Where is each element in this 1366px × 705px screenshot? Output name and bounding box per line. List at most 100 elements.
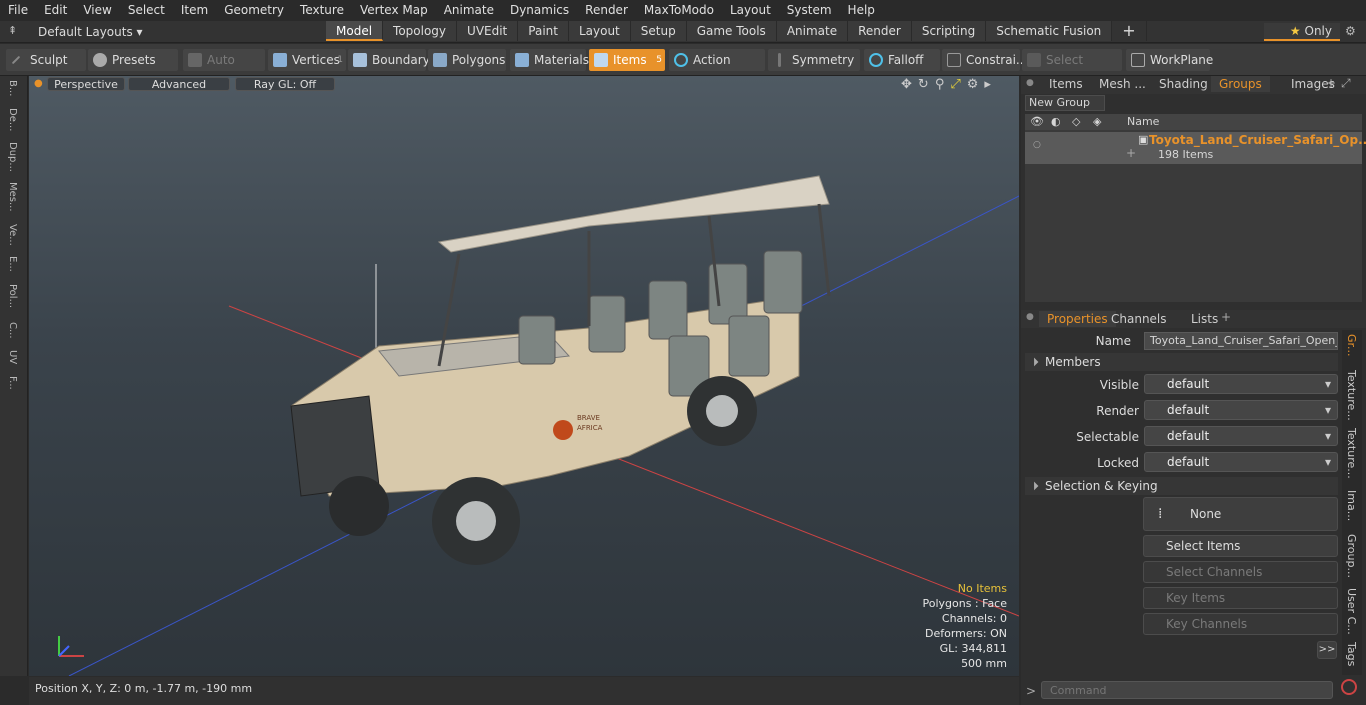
tab-layout[interactable]: Layout (568, 21, 631, 41)
falloff-button[interactable]: Falloff (864, 49, 940, 71)
menu-select[interactable]: Select (120, 0, 173, 21)
strip-tab-vertex[interactable]: Ve... (7, 224, 18, 246)
selection-keying-section[interactable]: Selection & Keying (1025, 477, 1338, 495)
tab-animate[interactable]: Animate (776, 21, 849, 41)
strip-tab-mesh[interactable]: Mes... (7, 182, 18, 212)
menu-dynamics[interactable]: Dynamics (502, 0, 577, 21)
strip-tab-curve[interactable]: C... (7, 322, 18, 339)
tab-items[interactable]: Items (1041, 76, 1091, 92)
tab-groups[interactable]: Groups (1211, 76, 1270, 92)
select-items-button[interactable]: Select Items (1143, 535, 1338, 557)
only-toggle[interactable]: ★ Only (1264, 23, 1340, 41)
menu-edit[interactable]: Edit (36, 0, 75, 21)
menu-vertex-map[interactable]: Vertex Map (352, 0, 436, 21)
lock-col-icon[interactable]: ◈ (1093, 115, 1101, 128)
layout-selector[interactable]: Default Layouts ▾ (38, 21, 143, 43)
tab-setup[interactable]: Setup (630, 21, 687, 41)
menu-layout[interactable]: Layout (722, 0, 779, 21)
action-center-button[interactable]: Action Center (669, 49, 765, 89)
strip-tab-duplicate[interactable]: Dup... (7, 142, 18, 172)
sculpt-button[interactable]: Sculpt (6, 49, 86, 71)
menu-texture[interactable]: Texture (292, 0, 352, 21)
items-cube-icon (594, 53, 608, 67)
record-macro-icon[interactable] (1341, 679, 1357, 695)
materials-button[interactable]: Materials (510, 49, 589, 71)
presets-button[interactable]: Presets (88, 49, 178, 71)
menu-system[interactable]: System (779, 0, 840, 21)
tab-channels[interactable]: Channels (1103, 311, 1175, 327)
vertices-button[interactable]: Vertices 1 (268, 49, 346, 71)
items-button[interactable]: Items 5 (589, 49, 665, 71)
auto-select-button[interactable]: Auto Select (183, 49, 265, 89)
menu-item[interactable]: Item (173, 0, 216, 21)
side-tab-group-2[interactable]: Group... (1345, 534, 1358, 578)
key-channels-button[interactable]: Key Channels (1143, 613, 1338, 635)
constraints-button[interactable]: Constrai... (942, 49, 1027, 71)
3d-viewport[interactable]: ● Perspective Advanced Ray GL: Off ✥↻⚲⤢⚙… (29, 76, 1019, 676)
side-tab-image[interactable]: Ima... (1345, 490, 1358, 521)
panel-menu-dot-icon[interactable]: ● (1026, 78, 1034, 88)
menu-animate[interactable]: Animate (436, 0, 502, 21)
tab-uvedit[interactable]: UVEdit (457, 21, 519, 41)
command-input[interactable] (1041, 681, 1333, 699)
menu-render[interactable]: Render (577, 0, 636, 21)
render-dropdown[interactable]: default (1144, 400, 1338, 420)
strip-tab-polygon[interactable]: Pol... (7, 284, 18, 308)
symmetry-button[interactable]: Symmetry (768, 49, 860, 71)
menu-geometry[interactable]: Geometry (216, 0, 292, 21)
expand-plus-icon[interactable]: + (1126, 146, 1136, 160)
strip-tab-deform[interactable]: De... (7, 108, 18, 131)
row-visible-icon[interactable]: ○ (1033, 140, 1041, 150)
tab-render[interactable]: Render (848, 21, 912, 41)
menu-help[interactable]: Help (840, 0, 883, 21)
strip-tab-edge[interactable]: E... (7, 256, 18, 272)
side-tab-group[interactable]: Gr... (1345, 334, 1358, 357)
expand-panel-icon[interactable]: ⤢ (1341, 76, 1351, 91)
props-menu-dot-icon[interactable]: ● (1026, 312, 1034, 322)
strip-tab-basic[interactable]: B... (7, 80, 18, 96)
menu-view[interactable]: View (75, 0, 119, 21)
side-tab-texture1[interactable]: Texture... (1345, 370, 1358, 421)
tab-model[interactable]: Model (326, 21, 384, 41)
render-col-icon[interactable]: ◐ (1051, 115, 1061, 128)
tab-lists[interactable]: Lists (1183, 311, 1226, 327)
group-row[interactable]: ○ + ▣ Toyota_Land_Cruiser_Safari_Op... 1… (1025, 132, 1366, 164)
menu-maxtomodo[interactable]: MaxToModo (636, 0, 722, 21)
side-tab-texture2[interactable]: Texture... (1345, 428, 1358, 479)
strip-tab-uv[interactable]: UV (7, 350, 18, 364)
strip-tab-fusion[interactable]: F... (7, 376, 18, 390)
tab-game-tools[interactable]: Game Tools (686, 21, 777, 41)
add-props-tab-icon[interactable]: + (1221, 310, 1231, 324)
tab-topology[interactable]: Topology (383, 21, 458, 41)
boundary-button[interactable]: Boundary (348, 49, 430, 71)
more-button[interactable]: >> (1317, 641, 1337, 659)
settings-gear-icon[interactable]: ⚙ (1345, 24, 1356, 38)
members-section[interactable]: Members (1025, 353, 1338, 371)
tab-schematic-fusion[interactable]: Schematic Fusion (986, 21, 1113, 41)
tab-scripting[interactable]: Scripting (911, 21, 987, 41)
select-col-icon[interactable]: ◇ (1072, 115, 1080, 128)
workplane-button[interactable]: WorkPlane (1126, 49, 1213, 71)
new-group-button[interactable]: New Group (1025, 95, 1105, 111)
side-tab-tags[interactable]: Tags (1345, 642, 1358, 666)
add-panel-tab-icon[interactable]: + (1326, 76, 1336, 90)
boundary-icon (353, 53, 367, 67)
none-button[interactable]: ⁞ None (1143, 497, 1338, 531)
side-tab-user-channels[interactable]: User C... (1345, 588, 1358, 635)
tab-paint[interactable]: Paint (518, 21, 569, 41)
safari-vehicle[interactable]: BRAVE AFRICA (290, 175, 831, 565)
selectable-dropdown[interactable]: default (1144, 426, 1338, 446)
add-tab-button[interactable]: + (1112, 21, 1147, 41)
key-items-button[interactable]: Key Items (1143, 587, 1338, 609)
group-name-field[interactable]: Toyota_Land_Cruiser_Safari_Open_Si (1144, 332, 1338, 350)
polygons-button[interactable]: Polygons (428, 49, 506, 71)
select-channels-button[interactable]: Select Channels (1143, 561, 1338, 583)
tab-mesh[interactable]: Mesh ... (1091, 76, 1154, 92)
locked-dropdown[interactable]: default (1144, 452, 1338, 472)
visibility-eye-icon[interactable]: 👁 (1030, 115, 1044, 128)
collapse-arrow-icon[interactable]: ⇞ (8, 24, 17, 37)
select-through-button[interactable]: Select Through (1022, 49, 1122, 89)
visible-dropdown[interactable]: default (1144, 374, 1338, 394)
menu-file[interactable]: File (0, 0, 36, 21)
tab-shading[interactable]: Shading (1151, 76, 1216, 92)
